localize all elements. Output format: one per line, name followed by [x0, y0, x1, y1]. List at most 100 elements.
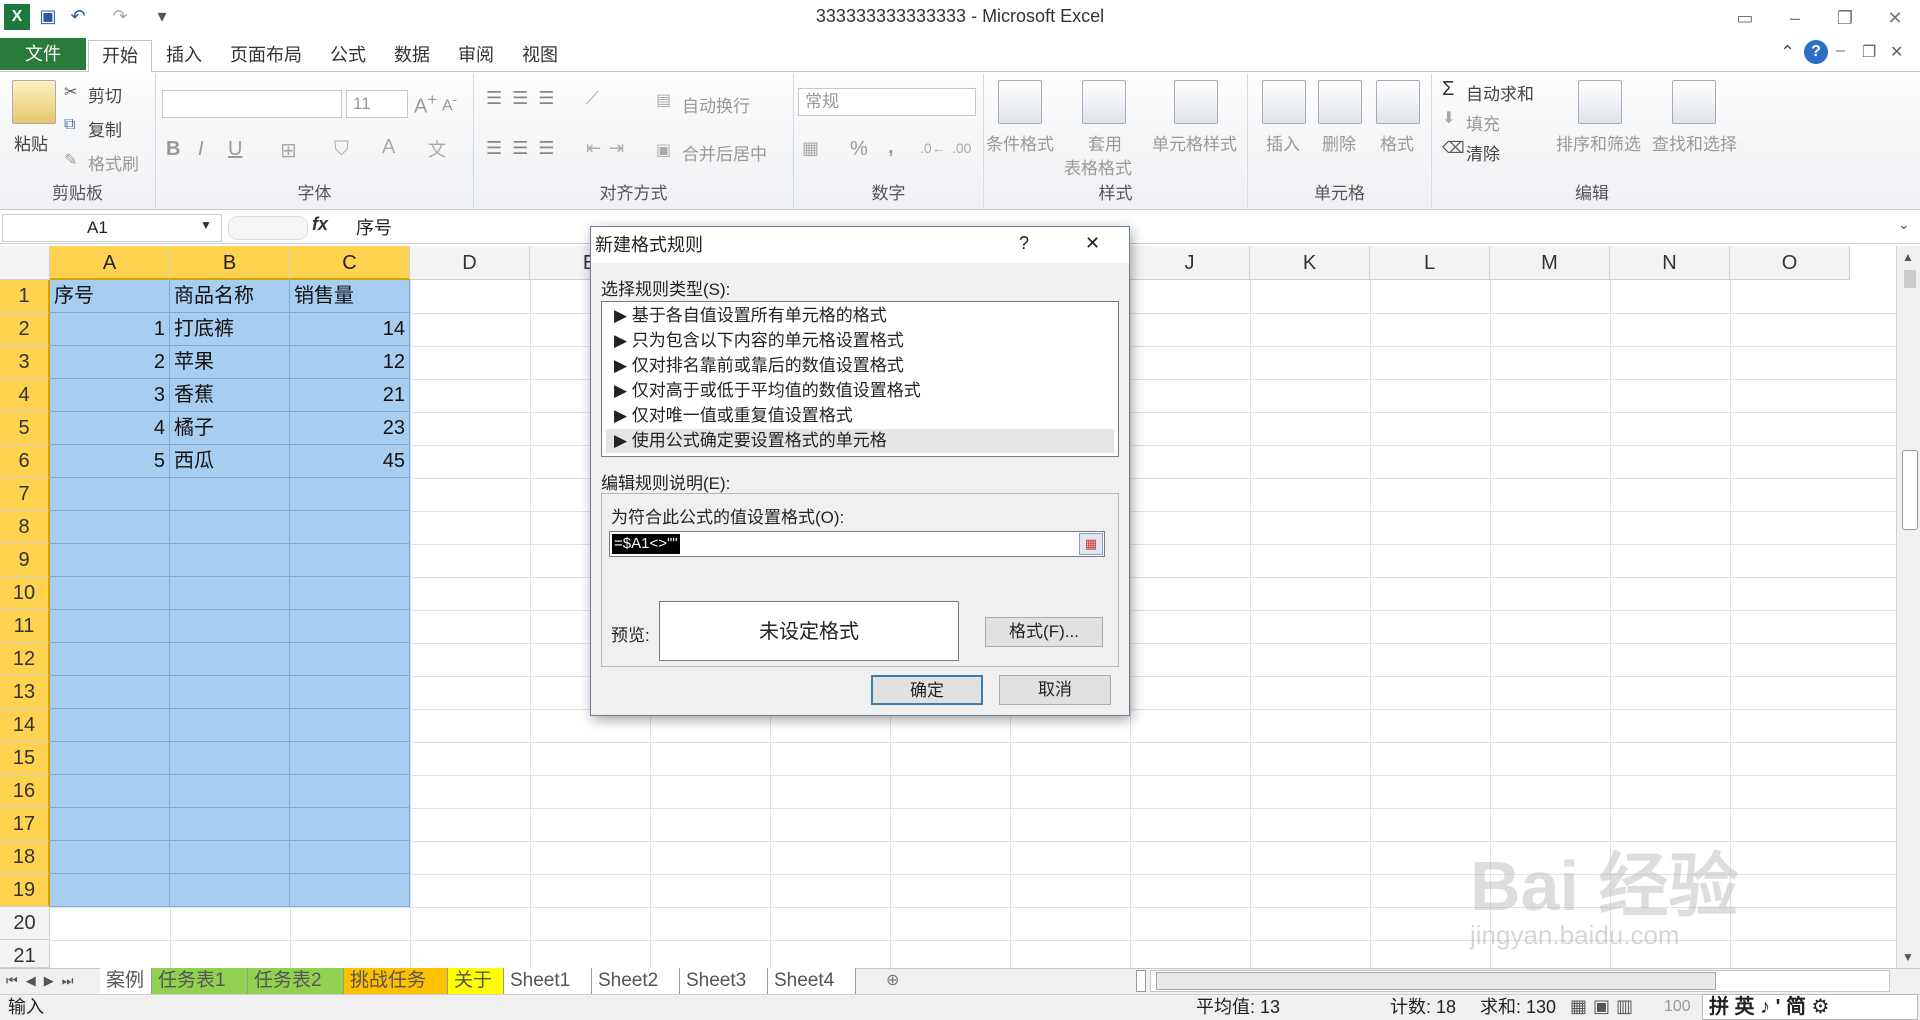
row-header-21[interactable]: 21: [0, 940, 50, 968]
cell-B5[interactable]: 橘子: [170, 412, 290, 445]
row-header-14[interactable]: 14: [0, 709, 50, 742]
conditional-format-button[interactable]: 条件格式: [986, 130, 1054, 155]
column-header-O[interactable]: O: [1730, 246, 1850, 280]
column-header-A[interactable]: A: [50, 246, 170, 280]
cell-C15[interactable]: [290, 742, 410, 775]
ok-button[interactable]: 确定: [871, 675, 983, 705]
row-header-18[interactable]: 18: [0, 841, 50, 874]
cell-C18[interactable]: [290, 841, 410, 874]
tab-review[interactable]: 审阅: [454, 40, 498, 72]
row-header-3[interactable]: 3: [0, 346, 50, 379]
sheet-tab-1[interactable]: 案例: [100, 968, 152, 994]
cell-C16[interactable]: [290, 775, 410, 808]
cell-C11[interactable]: [290, 610, 410, 643]
cell-B1[interactable]: 商品名称: [170, 280, 290, 313]
column-header-J[interactable]: J: [1130, 246, 1250, 280]
row-header-7[interactable]: 7: [0, 478, 50, 511]
format-cells-button[interactable]: 格式: [1380, 130, 1414, 155]
doc-close-icon[interactable]: ✕: [1890, 42, 1903, 62]
rule-item-2[interactable]: ▶ 只为包含以下内容的单元格设置格式: [606, 329, 1114, 353]
orientation-icon[interactable]: ⟋: [586, 88, 599, 109]
fill-icon[interactable]: ⬇: [1442, 108, 1455, 128]
currency-icon[interactable]: ▦: [802, 138, 819, 159]
cell-styles-button[interactable]: 单元格样式: [1152, 130, 1237, 155]
cell-B11[interactable]: [170, 610, 290, 643]
horizontal-scroll-thumb[interactable]: [1156, 972, 1716, 990]
rule-item-6[interactable]: ▶ 使用公式确定要设置格式的单元格: [606, 429, 1114, 453]
cell-C12[interactable]: [290, 643, 410, 676]
cell-B7[interactable]: [170, 478, 290, 511]
new-sheet-icon[interactable]: ⊕: [886, 970, 899, 990]
vertical-align-icons[interactable]: ☰☰☰: [486, 88, 564, 109]
cell-B10[interactable]: [170, 577, 290, 610]
cell-A1[interactable]: 序号: [50, 280, 170, 313]
conditional-format-icon[interactable]: [998, 80, 1042, 124]
rule-type-list[interactable]: ▶ 基于各自值设置所有单元格的格式 ▶ 只为包含以下内容的单元格设置格式 ▶ 仅对排…: [601, 301, 1119, 457]
underline-button[interactable]: U: [228, 138, 242, 161]
bold-button[interactable]: B: [166, 138, 180, 161]
view-mode-icons[interactable]: ▦▣▥: [1570, 996, 1639, 1017]
insert-cells-button[interactable]: 插入: [1266, 130, 1300, 155]
dialog-close-icon[interactable]: ✕: [1085, 233, 1100, 254]
cell-A11[interactable]: [50, 610, 170, 643]
cell-A10[interactable]: [50, 577, 170, 610]
tab-page-layout[interactable]: 页面布局: [226, 40, 306, 72]
column-header-M[interactable]: M: [1490, 246, 1610, 280]
font-color-icon[interactable]: A: [382, 136, 395, 159]
shrink-font-icon[interactable]: A-: [442, 92, 457, 115]
cell-C6[interactable]: 45: [290, 445, 410, 478]
expand-formula-bar-icon[interactable]: ⌄: [1898, 216, 1910, 233]
format-painter-icon[interactable]: ✎: [64, 150, 77, 170]
clear-button[interactable]: 清除: [1466, 140, 1500, 165]
comma-button[interactable]: ,: [888, 136, 894, 159]
tab-view[interactable]: 视图: [518, 40, 562, 72]
cell-C17[interactable]: [290, 808, 410, 841]
format-as-table-line1[interactable]: 套用: [1088, 130, 1122, 155]
cell-B2[interactable]: 打底裤: [170, 313, 290, 346]
cut-icon[interactable]: ✂: [64, 82, 77, 102]
insert-function-icon[interactable]: fx: [312, 214, 328, 235]
cell-B18[interactable]: [170, 841, 290, 874]
tab-insert[interactable]: 插入: [162, 40, 206, 72]
fill-button[interactable]: 填充: [1466, 110, 1500, 135]
cell-A17[interactable]: [50, 808, 170, 841]
row-header-2[interactable]: 2: [0, 313, 50, 346]
cell-B15[interactable]: [170, 742, 290, 775]
row-header-12[interactable]: 12: [0, 643, 50, 676]
sheet-tab-5[interactable]: 关于: [448, 968, 504, 994]
cell-B16[interactable]: [170, 775, 290, 808]
cell-B12[interactable]: [170, 643, 290, 676]
close-icon[interactable]: ✕: [1870, 2, 1920, 34]
column-header-K[interactable]: K: [1250, 246, 1370, 280]
doc-minimize-icon[interactable]: –: [1836, 42, 1845, 60]
paste-icon[interactable]: [12, 80, 56, 124]
copy-button[interactable]: 复制: [88, 116, 122, 141]
paste-button[interactable]: 粘贴: [14, 130, 48, 155]
vertical-scrollbar[interactable]: [1896, 246, 1920, 968]
sheet-nav-icons[interactable]: ⏮◀▶⏭: [6, 968, 81, 994]
collapse-dialog-icon[interactable]: ▦: [1079, 533, 1103, 555]
cell-A9[interactable]: [50, 544, 170, 577]
row-header-19[interactable]: 19: [0, 874, 50, 907]
grow-font-icon[interactable]: A+: [414, 90, 437, 119]
cell-B6[interactable]: 西瓜: [170, 445, 290, 478]
sort-filter-button[interactable]: 排序和筛选: [1556, 130, 1641, 155]
cell-C13[interactable]: [290, 676, 410, 709]
find-select-icon[interactable]: [1672, 80, 1716, 124]
sheet-tab-8[interactable]: Sheet3: [680, 968, 768, 994]
sheet-tab-3[interactable]: 任务表2: [248, 968, 344, 994]
cut-button[interactable]: 剪切: [88, 82, 122, 107]
percent-button[interactable]: %: [850, 138, 868, 161]
cell-C9[interactable]: [290, 544, 410, 577]
row-header-20[interactable]: 20: [0, 907, 50, 940]
find-select-button[interactable]: 查找和选择: [1652, 130, 1737, 155]
format-as-table-icon[interactable]: [1082, 80, 1126, 124]
formula-field[interactable]: =$A1<>"": [609, 531, 1105, 557]
tab-split-handle[interactable]: [1136, 970, 1146, 992]
increase-decimal-icon[interactable]: .0←: [920, 140, 946, 156]
wrap-text-button[interactable]: 自动换行: [682, 92, 750, 117]
cell-A8[interactable]: [50, 511, 170, 544]
cell-B3[interactable]: 苹果: [170, 346, 290, 379]
tab-file[interactable]: 文件: [0, 38, 86, 70]
doc-restore-icon[interactable]: ❐: [1862, 42, 1876, 62]
